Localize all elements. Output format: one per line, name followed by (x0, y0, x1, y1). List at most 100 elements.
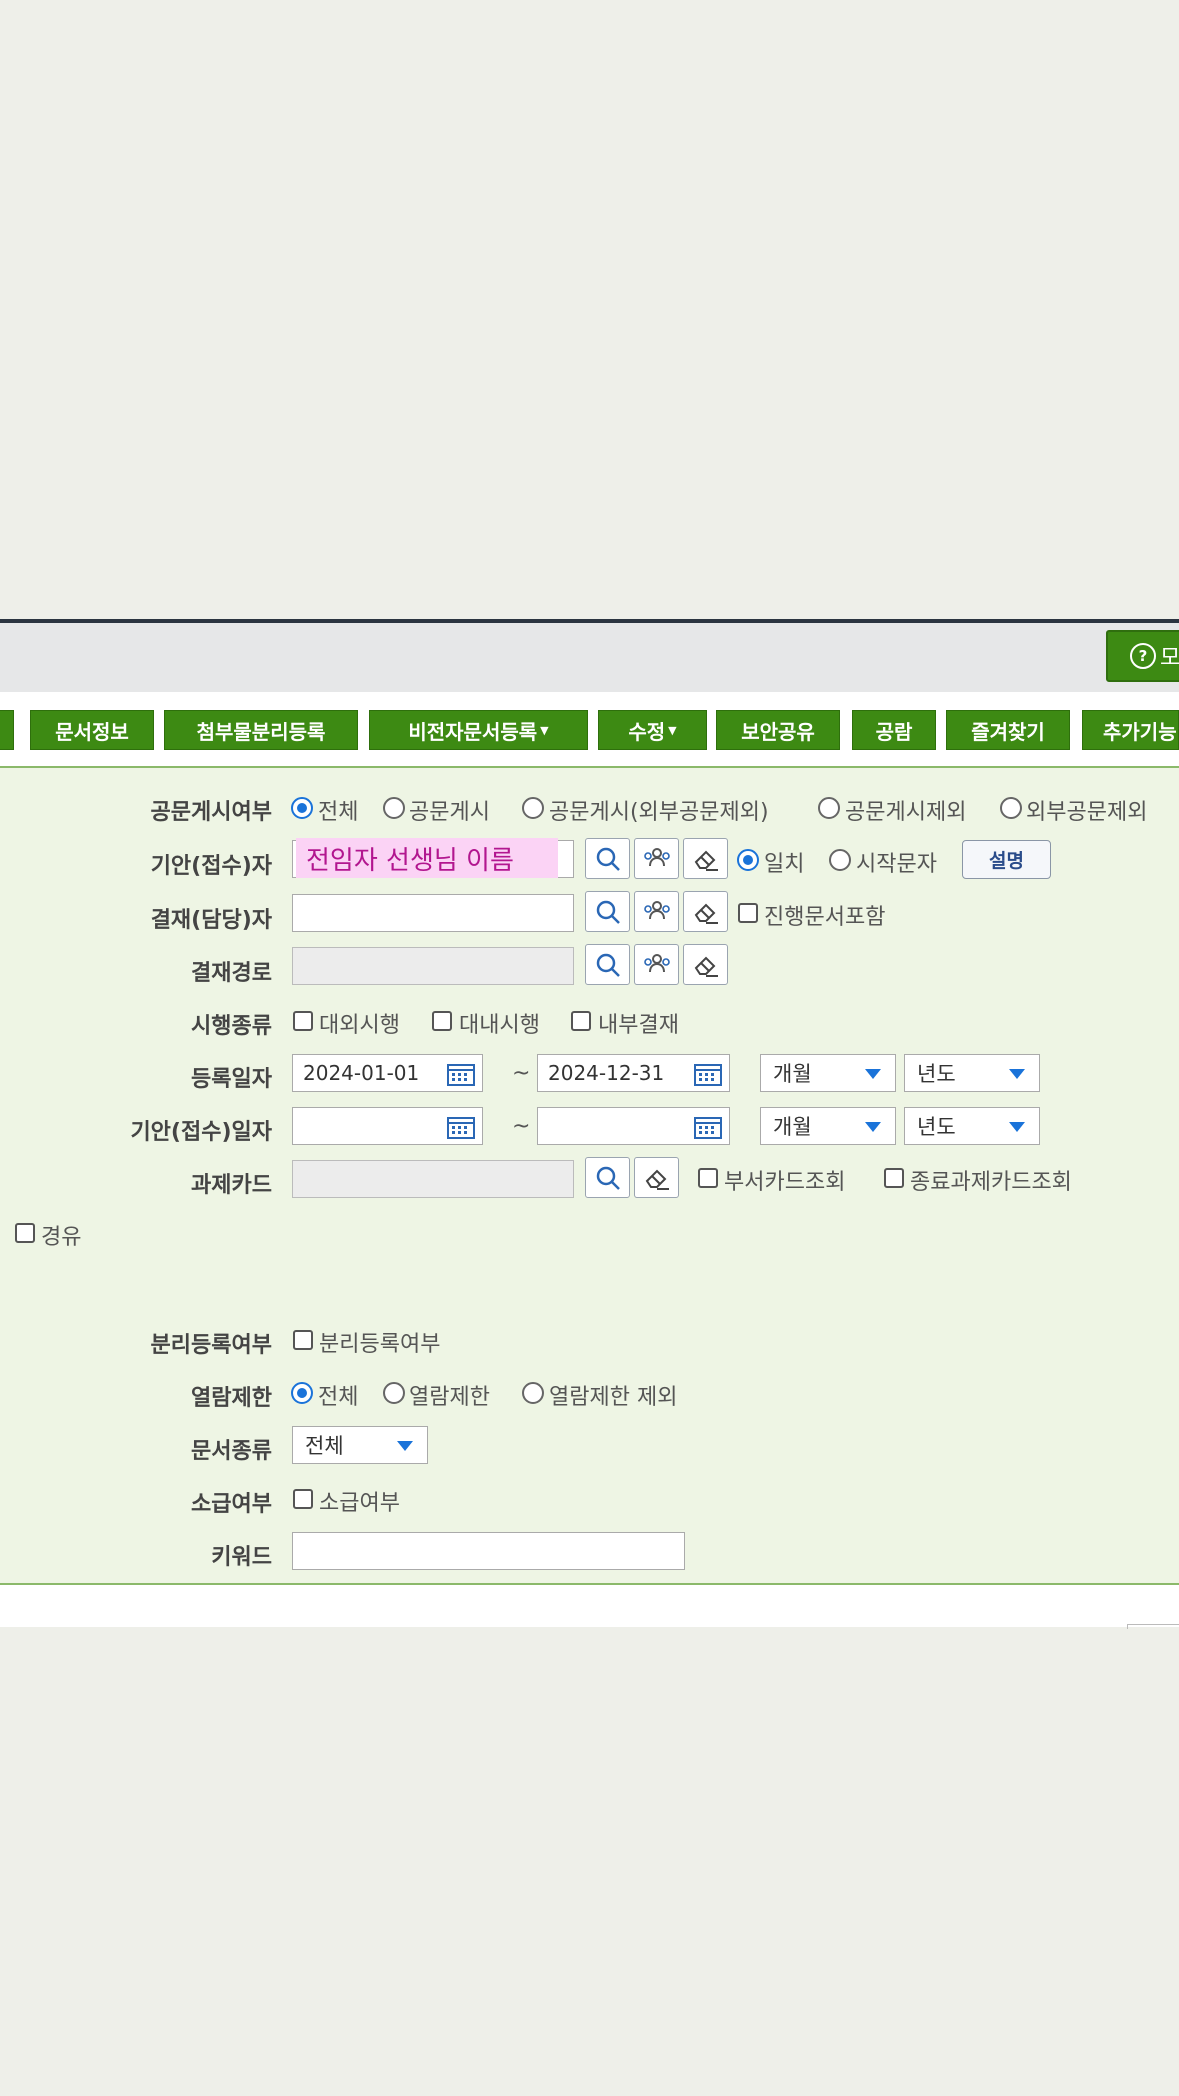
reg-date-month-select[interactable]: 개월 (760, 1054, 896, 1092)
execution-internal-checkbox[interactable] (432, 1011, 452, 1031)
retro-checkbox[interactable] (293, 1489, 313, 1509)
edit-button[interactable]: 수정 ▼ (598, 710, 707, 750)
approver-clear-button[interactable] (683, 891, 728, 932)
notice-option-exclude-external: 외부공문제외 (1026, 800, 1148, 825)
doc-type-label: 문서종류 (191, 1439, 272, 1464)
notice-radio-exclude-post[interactable] (818, 797, 840, 819)
dropdown-arrow-icon (397, 1441, 413, 1451)
eraser-icon (645, 1169, 669, 1190)
reg-date-year-value: 년도 (917, 1062, 956, 1086)
help-label: 모 (1160, 646, 1179, 671)
dropdown-arrow-icon (865, 1122, 881, 1132)
security-share-button[interactable]: 보안공유 (716, 710, 840, 750)
match-option-exact: 일치 (764, 852, 805, 877)
reg-date-from-input[interactable]: 2024-01-01 (292, 1054, 483, 1092)
toolbar-button-cut[interactable] (0, 710, 14, 750)
approver-org-button[interactable] (634, 891, 679, 932)
draft-date-to-input[interactable] (537, 1107, 730, 1145)
execution-external-checkbox[interactable] (293, 1011, 313, 1031)
notice-radio-all[interactable] (291, 797, 313, 819)
search-icon (596, 900, 620, 924)
separate-reg-checkbox[interactable] (293, 1330, 313, 1350)
drafter-org-button[interactable] (634, 838, 679, 879)
approver-search-button[interactable] (585, 891, 630, 932)
approval-path-input[interactable] (292, 947, 574, 985)
closed-card-label: 종료과제카드조회 (910, 1170, 1072, 1195)
task-card-input[interactable] (292, 1160, 574, 1198)
view-limit-radio-all[interactable] (291, 1382, 313, 1404)
calendar-icon (447, 1117, 475, 1139)
calendar-icon (694, 1117, 722, 1139)
explain-button[interactable]: 설명 (962, 840, 1051, 879)
match-radio-prefix[interactable] (829, 849, 851, 871)
notice-option-all: 전체 (318, 800, 359, 825)
eraser-icon (694, 850, 718, 871)
approval-path-search-button[interactable] (585, 944, 630, 985)
draft-date-year-value: 년도 (917, 1115, 956, 1139)
extra-functions-button[interactable]: 추가기능 (1082, 710, 1179, 750)
reg-date-label: 등록일자 (191, 1067, 272, 1092)
view-limit-option-exclude: 열람제한 제외 (549, 1385, 678, 1410)
people-icon (643, 900, 670, 919)
retro-checkbox-label: 소급여부 (319, 1491, 400, 1516)
people-icon (643, 953, 670, 972)
notice-option-exclude-post: 공문게시제외 (845, 800, 967, 825)
dropdown-arrow-icon (1009, 1122, 1025, 1132)
search-icon (596, 1166, 620, 1190)
circulate-label: 공람 (875, 719, 913, 744)
approver-label: 결재(담당)자 (150, 908, 272, 933)
task-card-clear-button[interactable] (634, 1157, 679, 1198)
doc-info-button[interactable]: 문서정보 (30, 710, 154, 750)
notice-radio-post-exclude-external[interactable] (522, 797, 544, 819)
view-limit-label: 열람제한 (191, 1386, 272, 1411)
calendar-icon (694, 1064, 722, 1086)
notice-option-post-exclude-external: 공문게시(외부공문제외) (549, 800, 769, 825)
doc-info-label: 문서정보 (55, 719, 129, 744)
eraser-icon (694, 903, 718, 924)
notice-radio-post[interactable] (383, 797, 405, 819)
retro-label: 소급여부 (191, 1492, 272, 1517)
reg-date-month-value: 개월 (773, 1062, 812, 1086)
approval-path-org-button[interactable] (634, 944, 679, 985)
attachment-separate-button[interactable]: 첨부물분리등록 (164, 710, 358, 750)
drafter-clear-button[interactable] (683, 838, 728, 879)
people-icon (643, 847, 670, 866)
favorites-button[interactable]: 즐겨찾기 (946, 710, 1070, 750)
closed-card-checkbox[interactable] (884, 1168, 904, 1188)
match-option-prefix: 시작문자 (856, 852, 937, 877)
panel-edge-fragment (1127, 1624, 1179, 1629)
help-icon: ? (1130, 643, 1156, 669)
eraser-icon (694, 956, 718, 977)
dropdown-caret-icon: ▼ (540, 723, 549, 737)
task-card-label: 과제카드 (191, 1173, 272, 1198)
help-button[interactable]: ? 모 (1106, 630, 1179, 682)
extra-functions-label: 추가기능 (1103, 719, 1177, 744)
reg-date-year-select[interactable]: 년도 (904, 1054, 1040, 1092)
via-checkbox[interactable] (15, 1223, 35, 1243)
doc-type-select[interactable]: 전체 (292, 1426, 428, 1464)
view-limit-radio-exclude[interactable] (522, 1382, 544, 1404)
dropdown-caret-icon: ▼ (668, 723, 677, 737)
keyword-input[interactable] (292, 1532, 685, 1570)
reg-date-to-input[interactable]: 2024-12-31 (537, 1054, 730, 1092)
drafter-search-button[interactable] (585, 838, 630, 879)
calendar-icon (447, 1064, 475, 1086)
include-in-progress-checkbox[interactable] (738, 903, 758, 923)
match-radio-exact[interactable] (737, 849, 759, 871)
draft-date-year-select[interactable]: 년도 (904, 1107, 1040, 1145)
draft-date-from-input[interactable] (292, 1107, 483, 1145)
notice-radio-exclude-external[interactable] (1000, 797, 1022, 819)
approval-path-label: 결재경로 (191, 961, 272, 986)
approver-input[interactable] (292, 894, 574, 932)
task-card-search-button[interactable] (585, 1157, 630, 1198)
title-bar (0, 623, 1179, 692)
draft-date-month-select[interactable]: 개월 (760, 1107, 896, 1145)
security-share-label: 보안공유 (741, 719, 815, 744)
non-electronic-register-button[interactable]: 비전자문서등록 ▼ (369, 710, 588, 750)
execution-internal-approval-checkbox[interactable] (571, 1011, 591, 1031)
circulate-button[interactable]: 공람 (852, 710, 936, 750)
approval-path-clear-button[interactable] (683, 944, 728, 985)
view-limit-radio-limited[interactable] (383, 1382, 405, 1404)
keyword-label: 키워드 (211, 1545, 272, 1570)
dept-card-checkbox[interactable] (698, 1168, 718, 1188)
